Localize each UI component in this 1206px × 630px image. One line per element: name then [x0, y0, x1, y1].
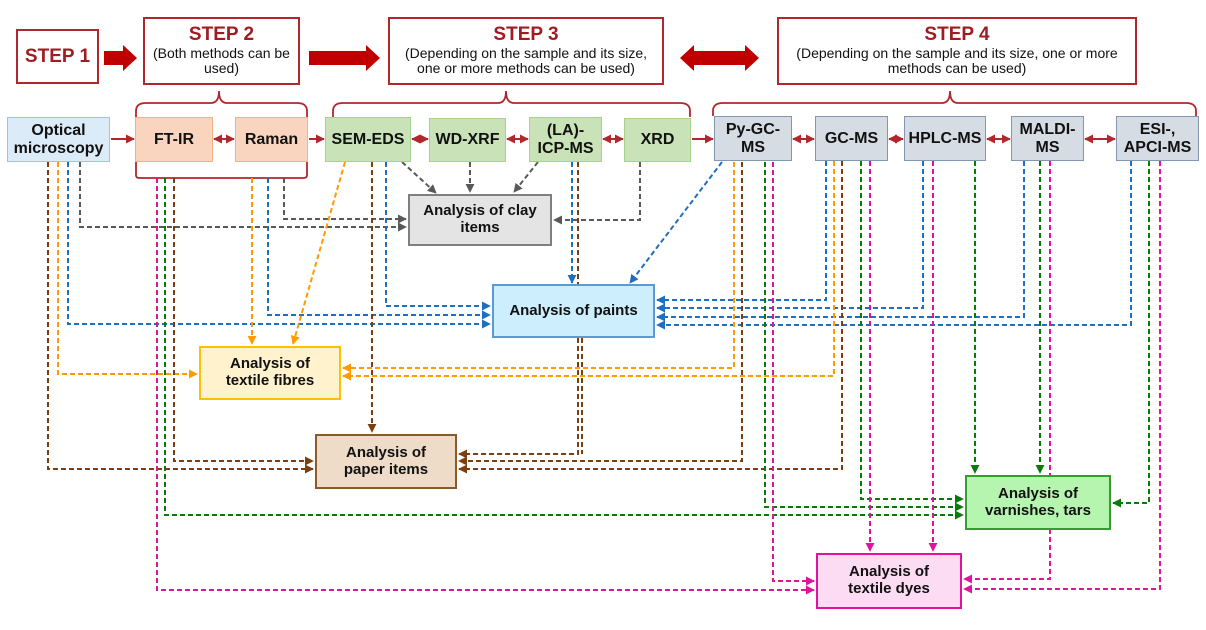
ftir-to-paper-link — [173, 178, 314, 466]
raman-to-clay-link — [283, 178, 407, 224]
analysis-textile-dyes: Analysis of textile dyes — [816, 553, 962, 609]
step2-to-step3-arrow — [309, 45, 380, 71]
step4-brace — [712, 90, 1197, 116]
method-sem-eds: SEM-EDS — [325, 117, 411, 162]
step-3-title: STEP 3 — [493, 23, 559, 45]
method-maldi-ms: MALDI-MS — [1011, 116, 1084, 161]
optical-to-clay-link — [79, 162, 407, 232]
method-gc-ms: GC-MS — [815, 116, 888, 161]
method-raman: Raman — [235, 117, 308, 162]
step-2-note: (Both methods can be used) — [153, 44, 290, 77]
analysis-textile-fibres: Analysis of textile fibres — [199, 346, 341, 400]
step3-step4-double-arrow — [680, 45, 759, 71]
analysis-paints: Analysis of paints — [492, 284, 655, 338]
optical-to-paper-link — [47, 162, 314, 474]
step3-brace — [332, 90, 691, 117]
semeds-to-clay-link — [401, 161, 437, 194]
step-4-box: STEP 4 (Depending on the sample and its … — [777, 17, 1137, 85]
method-esi-apci-ms: ESI-, APCI-MS — [1116, 116, 1199, 161]
method-la-icp-ms: (LA)-ICP-MS — [529, 117, 602, 162]
step-1-box: STEP 1 — [16, 29, 99, 84]
method-optical-microscopy: Optical microscopy — [7, 117, 110, 162]
hplcms-to-paints-link — [656, 161, 924, 313]
pygcms-to-paints-link — [629, 161, 723, 284]
method-xrd: XRD — [624, 118, 691, 162]
method-wd-xrf: WD-XRF — [429, 118, 506, 162]
step1-to-step2-arrow — [104, 45, 137, 71]
semeds-to-fibres-link — [290, 161, 346, 345]
analysis-paper-items: Analysis of paper items — [315, 434, 457, 489]
step-4-title: STEP 4 — [924, 23, 990, 45]
pygcms-to-dyes-link — [772, 162, 815, 586]
step-4-note: (Depending on the sample and its size, o… — [796, 44, 1118, 77]
step-2-title: STEP 2 — [188, 23, 255, 45]
analysis-clay-items: Analysis of clay items — [408, 194, 552, 246]
step2-bottom-bracket — [135, 162, 308, 179]
maldims-to-paints-link — [656, 161, 1025, 322]
method-hplc-ms: HPLC-MS — [904, 116, 986, 161]
step-2-box: STEP 2 (Both methods can be used) — [143, 17, 300, 85]
method-ft-ir: FT-IR — [135, 117, 213, 162]
step-3-note: (Depending on the sample and its size, o… — [404, 44, 648, 77]
step2-brace — [135, 90, 308, 117]
method-py-gc-ms: Py-GC-MS — [714, 116, 792, 161]
icpms-to-clay-link — [513, 161, 539, 193]
step-1-title: STEP 1 — [24, 45, 91, 67]
xrd-to-clay-link — [553, 162, 641, 225]
analysis-varnishes-tars: Analysis of varnishes, tars — [965, 475, 1111, 530]
optical-to-fibres-link — [57, 162, 198, 379]
step-3-box: STEP 3 (Depending on the sample and its … — [388, 17, 664, 85]
gcms-to-varnishes-link — [860, 161, 964, 504]
